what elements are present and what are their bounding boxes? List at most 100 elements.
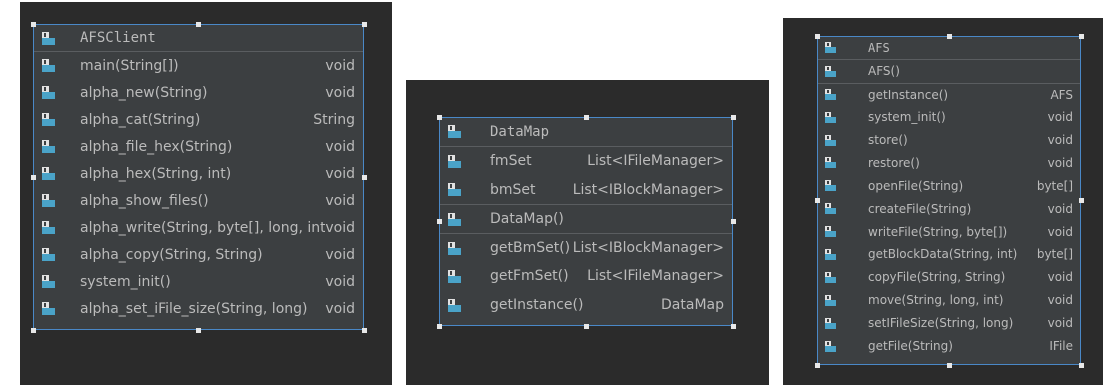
member-row[interactable]: getBlockData(String, int) byte[]: [818, 243, 1080, 266]
java-class-member-icon: [825, 226, 836, 238]
class-title-row[interactable]: DataMap: [440, 118, 732, 147]
member-row[interactable]: alpha_hex(String, int) void: [34, 160, 363, 187]
resize-handle[interactable]: [362, 22, 367, 27]
resize-handle[interactable]: [815, 363, 820, 368]
resize-handle[interactable]: [731, 115, 736, 120]
member-type: void: [325, 300, 355, 317]
resize-handle[interactable]: [947, 363, 952, 368]
java-class-member-icon: [42, 302, 55, 315]
member-row[interactable]: restore() void: [818, 151, 1080, 174]
member-row[interactable]: move(String, long, int) void: [818, 289, 1080, 312]
resize-handle[interactable]: [731, 324, 736, 329]
resize-handle[interactable]: [437, 324, 442, 329]
member-name: restore(): [868, 155, 920, 170]
resize-handle[interactable]: [1079, 198, 1084, 203]
member-name: fmSet: [490, 153, 532, 170]
class-title-row[interactable]: AFSClient: [34, 25, 363, 52]
member-row[interactable]: main(String[]) void: [34, 52, 363, 79]
member-row[interactable]: system_init() void: [34, 268, 363, 295]
member-row[interactable]: alpha_cat(String) String: [34, 106, 363, 133]
member-row[interactable]: fmSet List<IFileManager>: [440, 147, 732, 176]
java-class-member-icon: [825, 89, 836, 101]
member-name: DataMap(): [490, 211, 564, 228]
java-class-member-icon: [42, 86, 55, 99]
resize-handle[interactable]: [584, 115, 589, 120]
resize-handle[interactable]: [815, 34, 820, 39]
member-row[interactable]: alpha_write(String, byte[], long, int) vo…: [34, 214, 363, 241]
member-row[interactable]: getInstance() DataMap: [440, 291, 732, 320]
member-name: move(String, long, int): [868, 293, 1004, 308]
java-class-member-icon: [42, 140, 55, 153]
member-name: openFile(String): [868, 178, 964, 193]
java-class-member-icon: [42, 113, 55, 126]
afsclient-class-box[interactable]: AFSClient main(String[]) void alpha_new(Str…: [33, 24, 364, 330]
member-type: void: [1047, 201, 1073, 216]
resize-handle[interactable]: [947, 34, 952, 39]
member-name: alpha_write(String, byte[], long, int): [80, 219, 326, 236]
member-type: byte[]: [1036, 247, 1073, 262]
member-name: main(String[]): [80, 57, 179, 74]
member-row[interactable]: AFS(): [818, 60, 1080, 83]
java-class-member-icon: [825, 317, 836, 329]
member-type: void: [1047, 155, 1073, 170]
member-row[interactable]: alpha_file_hex(String) void: [34, 133, 363, 160]
java-class-member-icon: [42, 248, 55, 261]
member-row[interactable]: bmSet List<IBlockManager>: [440, 176, 732, 205]
member-row[interactable]: getInstance() AFS: [818, 82, 1080, 106]
member-row[interactable]: alpha_copy(String, String) void: [34, 241, 363, 268]
resize-handle[interactable]: [31, 328, 36, 333]
member-row[interactable]: store() void: [818, 129, 1080, 152]
member-type: List<IBlockManager>: [572, 240, 724, 257]
java-class-member-icon: [42, 31, 55, 45]
member-row[interactable]: system_init() void: [818, 106, 1080, 129]
member-type: AFS: [1050, 87, 1073, 102]
member-row[interactable]: getFile(String) IFile: [818, 335, 1080, 358]
member-name: getFmSet(): [490, 268, 569, 285]
member-row[interactable]: alpha_show_files() void: [34, 187, 363, 214]
resize-handle[interactable]: [1079, 34, 1084, 39]
member-row[interactable]: copyFile(String, String) void: [818, 266, 1080, 289]
member-row[interactable]: alpha_set_iFile_size(String, long) void: [34, 295, 363, 322]
member-name: getFile(String): [868, 339, 953, 354]
resize-handle[interactable]: [1079, 363, 1084, 368]
member-name: getInstance(): [868, 87, 949, 102]
class-name: AFS: [868, 40, 890, 55]
member-name: alpha_show_files(): [80, 192, 209, 209]
resize-handle[interactable]: [196, 22, 201, 27]
member-name: getInstance(): [490, 297, 584, 314]
member-row[interactable]: writeFile(String, byte[]) void: [818, 220, 1080, 243]
member-name: AFS(): [868, 64, 900, 79]
member-name: alpha_copy(String, String): [80, 246, 263, 263]
resize-handle[interactable]: [437, 219, 442, 224]
resize-handle[interactable]: [362, 175, 367, 180]
java-class-member-icon: [448, 241, 461, 255]
java-class-member-icon: [42, 59, 55, 72]
class-title-row[interactable]: AFS: [818, 37, 1080, 60]
member-type: void: [325, 192, 355, 209]
member-type: byte[]: [1036, 178, 1073, 193]
member-name: createFile(String): [868, 201, 972, 216]
java-class-member-icon: [42, 194, 55, 207]
member-row[interactable]: getBmSet() List<IBlockManager>: [440, 233, 732, 262]
member-row[interactable]: alpha_new(String) void: [34, 79, 363, 106]
member-type: void: [1047, 110, 1073, 125]
java-class-member-icon: [42, 167, 55, 180]
resize-handle[interactable]: [31, 175, 36, 180]
resize-handle[interactable]: [437, 115, 442, 120]
resize-handle[interactable]: [815, 198, 820, 203]
member-row[interactable]: DataMap(): [440, 204, 732, 233]
resize-handle[interactable]: [196, 328, 201, 333]
datamap-class-box[interactable]: DataMap fmSet List<IFileManager> bmSet List<…: [439, 117, 733, 326]
resize-handle[interactable]: [362, 328, 367, 333]
resize-handle[interactable]: [731, 219, 736, 224]
member-row[interactable]: openFile(String) byte[]: [818, 174, 1080, 197]
resize-handle[interactable]: [31, 22, 36, 27]
afs-class-box[interactable]: AFS AFS() getInstance() AFS system_init() voi…: [817, 36, 1081, 365]
resize-handle[interactable]: [584, 324, 589, 329]
member-type: void: [325, 165, 355, 182]
member-row[interactable]: createFile(String) void: [818, 197, 1080, 220]
member-row[interactable]: setIFileSize(String, long) void: [818, 312, 1080, 335]
class-name: DataMap: [490, 123, 550, 140]
member-row[interactable]: getFmSet() List<IFileManager>: [440, 262, 732, 291]
member-name: alpha_cat(String): [80, 111, 201, 128]
